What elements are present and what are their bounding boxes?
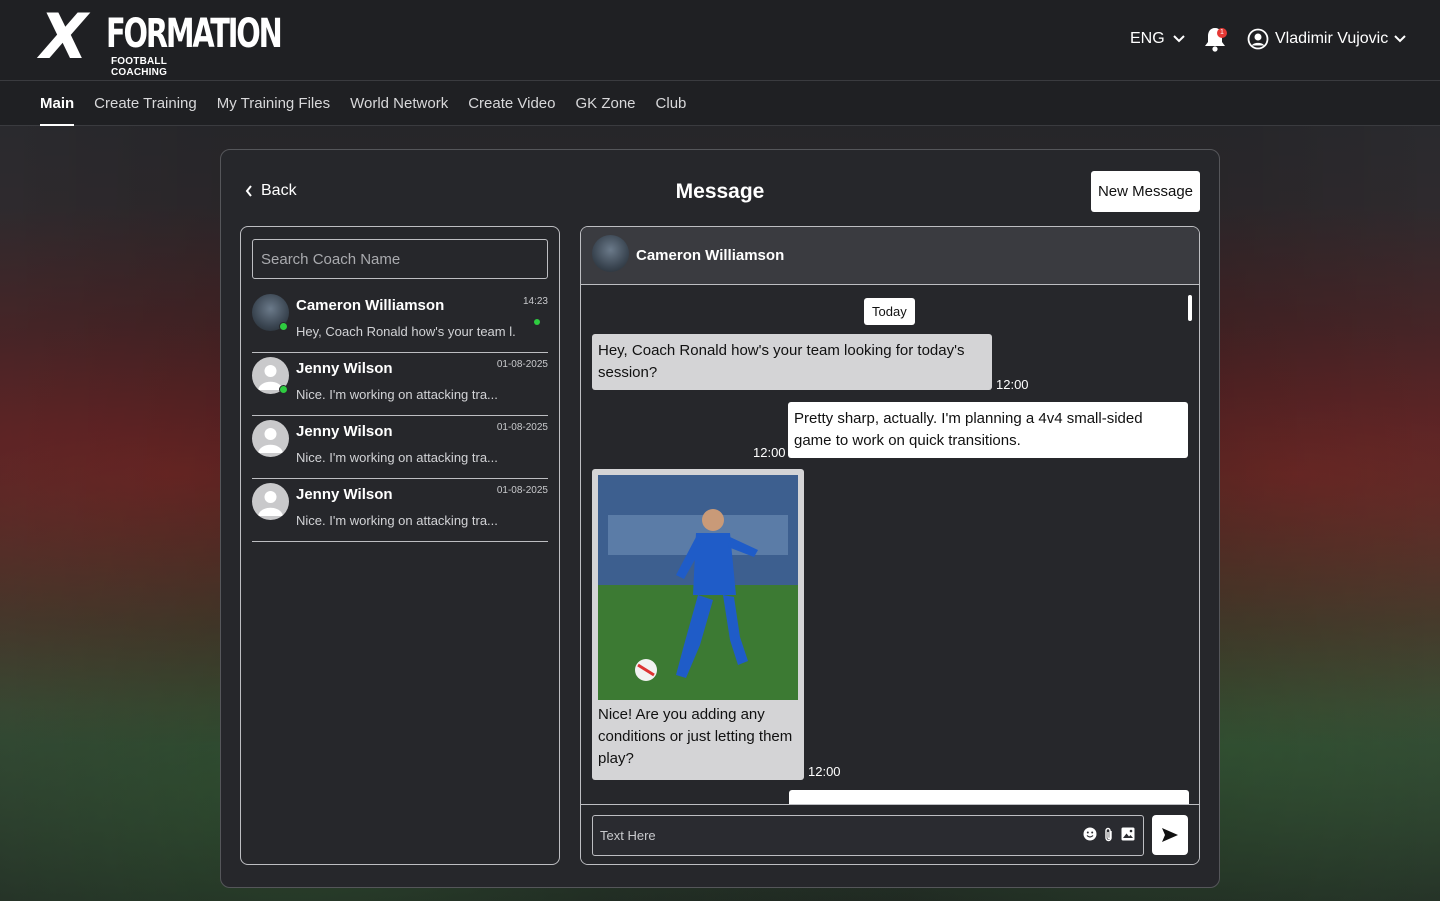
search-coach-input[interactable] <box>252 239 548 279</box>
emoji-icon[interactable] <box>1083 827 1097 841</box>
nav-item-gk-zone[interactable]: GK Zone <box>576 81 636 126</box>
notification-count-badge: 1 <box>1217 28 1227 38</box>
conversation-preview: Nice. I'm working on attacking tra... <box>296 387 498 402</box>
conversation-item[interactable]: Jenny Wilson Nice. I'm working on attack… <box>252 353 548 416</box>
nav-item-my-training-files[interactable]: My Training Files <box>217 81 330 126</box>
conversation-preview: Nice. I'm working on attacking tra... <box>296 450 498 465</box>
notification-bell-icon[interactable]: 1 <box>1203 26 1229 54</box>
nav-item-main[interactable]: Main <box>40 81 75 126</box>
chat-contact-name: Cameron Williamson <box>636 247 785 264</box>
send-button[interactable] <box>1152 815 1188 855</box>
send-icon <box>1162 828 1178 842</box>
page-title: Message <box>675 180 765 203</box>
online-indicator <box>279 385 288 394</box>
outgoing-message: Pretty sharp, actually. I'm planning a 4… <box>788 402 1188 458</box>
nav-item-club[interactable]: Club <box>656 81 687 126</box>
new-message-button[interactable]: New Message <box>1091 171 1200 212</box>
conversation-name: Jenny Wilson <box>296 423 393 440</box>
conversation-preview: Nice. I'm working on attacking tra... <box>296 513 498 528</box>
main-nav: Main Create Training My Training Files W… <box>0 81 1440 126</box>
scrollbar[interactable] <box>1188 295 1192 321</box>
conversation-item[interactable]: Jenny Wilson Nice. I'm working on attack… <box>252 416 548 479</box>
language-label: ENG <box>1130 30 1165 47</box>
online-indicator <box>279 322 288 331</box>
avatar <box>252 420 289 457</box>
top-bar: X FORMATION FOOTBALL COACHING ENG 1 Vlad… <box>0 0 1440 81</box>
incoming-image-message: Nice! Are you adding any conditions or j… <box>592 469 804 780</box>
conversation-item[interactable]: Jenny Wilson Nice. I'm working on attack… <box>252 479 548 542</box>
incoming-message: Hey, Coach Ronald how's your team lookin… <box>592 334 992 390</box>
avatar <box>252 483 289 520</box>
image-caption: Nice! Are you adding any conditions or j… <box>598 706 793 767</box>
language-selector[interactable]: ENG <box>1130 30 1185 48</box>
conversation-item[interactable]: Cameron Williamson Hey, Coach Ronald how… <box>252 290 548 353</box>
image-upload-icon[interactable] <box>1121 827 1135 841</box>
conversation-name: Jenny Wilson <box>296 486 393 503</box>
message-input[interactable] <box>593 816 1063 855</box>
day-separator: Today <box>864 298 915 325</box>
football-player-image[interactable] <box>598 475 798 700</box>
user-avatar-icon <box>1247 28 1269 50</box>
conversation-preview: Hey, Coach Ronald how's your team l... <box>296 324 516 339</box>
chevron-down-icon <box>1172 35 1185 43</box>
nav-item-create-training[interactable]: Create Training <box>94 81 197 126</box>
attachment-icon[interactable] <box>1103 827 1115 843</box>
messages-panel: Back Message New Message Cameron William… <box>220 149 1220 888</box>
xformation-logo[interactable]: X FORMATION FOOTBALL COACHING <box>40 6 283 79</box>
avatar <box>592 235 629 272</box>
conversation-time: 01-08-2025 <box>496 422 548 433</box>
conversation-name: Jenny Wilson <box>296 360 393 377</box>
chat-header: Cameron Williamson <box>581 227 1199 285</box>
message-time: 12:00 <box>996 377 1029 392</box>
conversation-time: 14:23 <box>522 296 548 307</box>
chat-window: Cameron Williamson Today Hey, Coach Rona… <box>580 226 1200 865</box>
chevron-down-icon <box>1394 35 1406 43</box>
user-name: Vladimir Vujovic <box>1275 30 1389 47</box>
conversation-list: Cameron Williamson Hey, Coach Ronald how… <box>240 226 560 865</box>
message-time: 12:00 <box>753 445 786 460</box>
unread-indicator <box>534 319 540 325</box>
nav-item-create-video[interactable]: Create Video <box>468 81 555 126</box>
user-menu[interactable]: Vladimir Vujovic <box>1247 28 1406 50</box>
message-composer <box>592 815 1144 856</box>
conversation-time: 01-08-2025 <box>496 359 548 370</box>
nav-item-world-network[interactable]: World Network <box>350 81 448 126</box>
conversation-name: Cameron Williamson <box>296 297 445 314</box>
message-time: 12:00 <box>808 764 841 779</box>
conversation-time: 01-08-2025 <box>496 485 548 496</box>
